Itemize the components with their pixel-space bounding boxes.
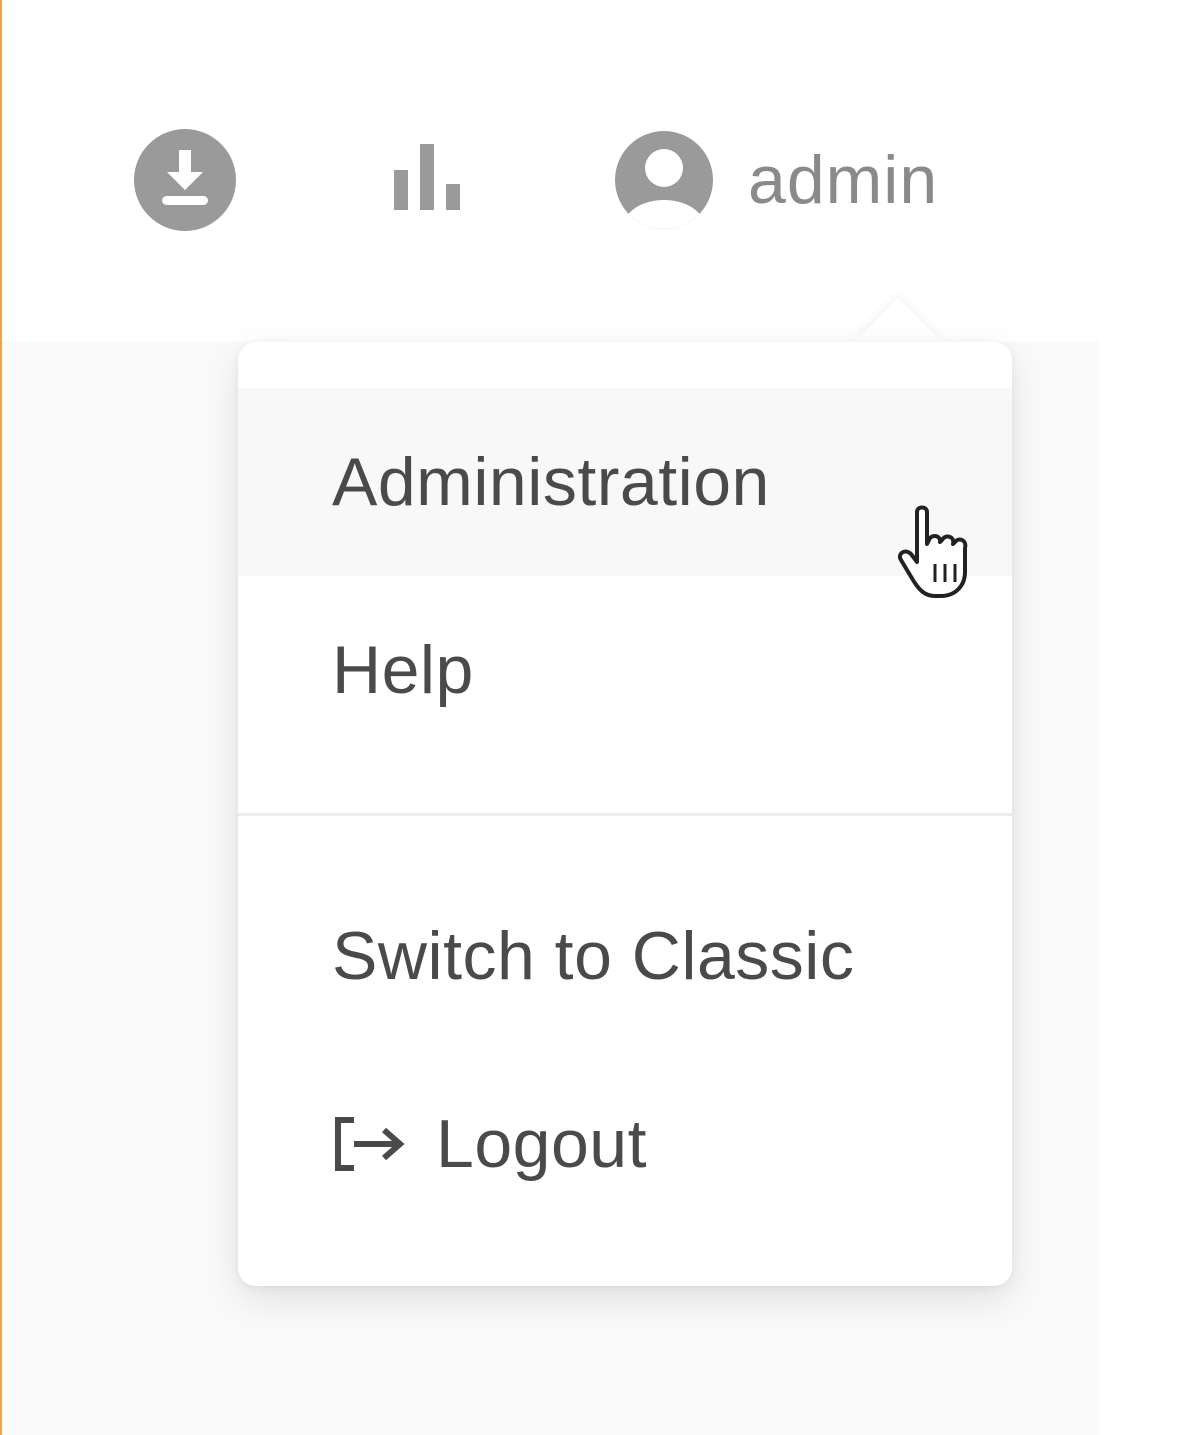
logout-icon xyxy=(335,1117,405,1171)
menu-item-help[interactable]: Help xyxy=(238,576,1012,764)
user-menu-toggle[interactable]: admin xyxy=(612,124,992,236)
bar-chart-icon xyxy=(394,144,460,210)
download-button[interactable] xyxy=(132,128,238,232)
menu-item-switch-to-classic[interactable]: Switch to Classic xyxy=(238,862,1012,1050)
menu-item-label: Administration xyxy=(332,444,770,520)
menu-item-label: Logout xyxy=(436,1106,647,1182)
menu-item-logout[interactable]: Logout xyxy=(238,1050,1012,1238)
user-dropdown-menu: Administration Help Switch to Classic Lo… xyxy=(238,342,1012,1286)
download-icon xyxy=(134,129,236,231)
right-strip xyxy=(1100,342,1196,1435)
statistics-button[interactable] xyxy=(388,140,468,216)
menu-item-label: Switch to Classic xyxy=(332,918,855,994)
menu-item-label: Help xyxy=(332,632,474,708)
account-circle-icon xyxy=(615,131,713,229)
menu-caret xyxy=(854,298,942,342)
menu-item-administration[interactable]: Administration xyxy=(238,388,1012,576)
page: admin Administration Help Switch to Clas… xyxy=(0,0,1196,1435)
user-name: admin xyxy=(748,142,939,218)
menu-divider xyxy=(238,813,1012,816)
